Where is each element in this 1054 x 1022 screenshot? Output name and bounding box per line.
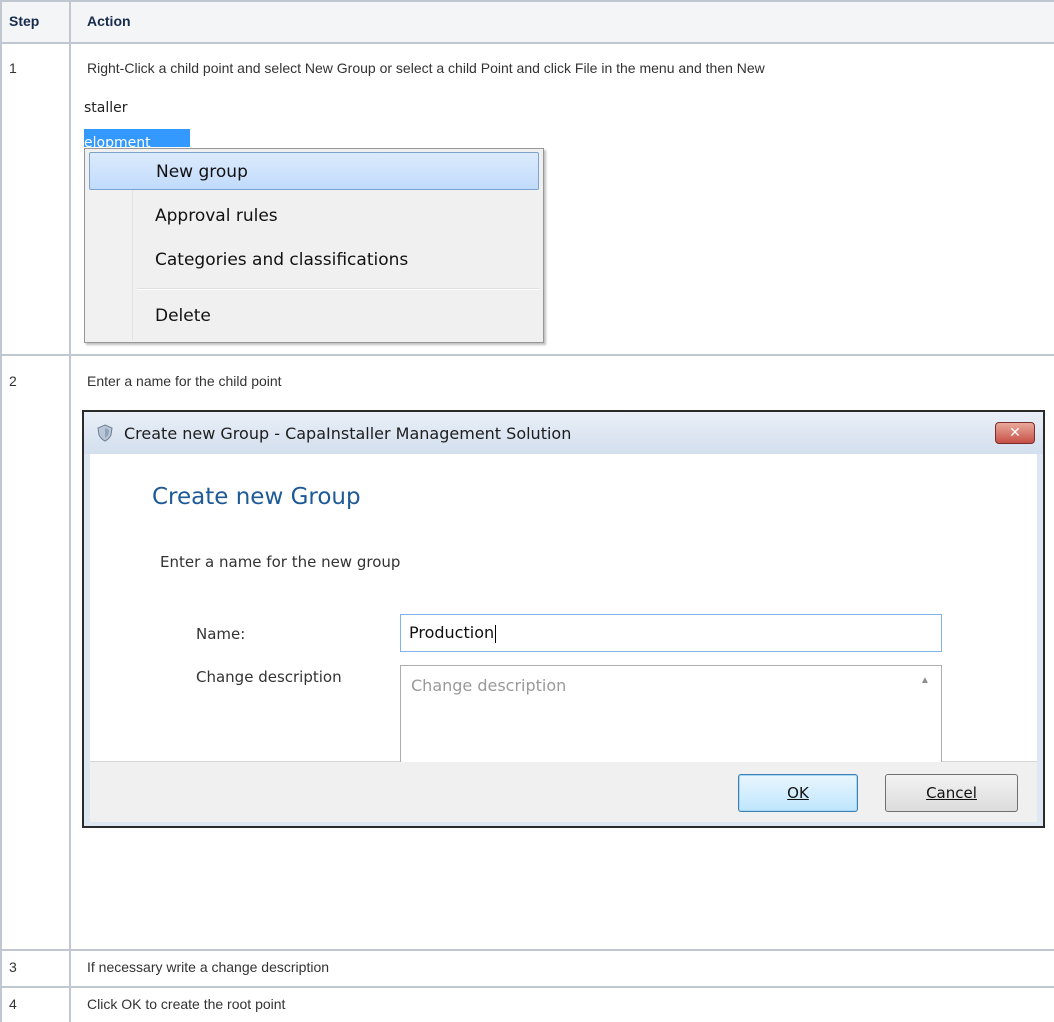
description-label: Change description <box>196 668 342 686</box>
cancel-button[interactable]: Cancel <box>885 774 1018 812</box>
dialog-title: Create new Group - CapaInstaller Managem… <box>124 424 572 443</box>
table-border <box>0 949 1054 951</box>
scroll-up-icon[interactable]: ▲ <box>913 672 937 690</box>
table-border <box>69 0 71 1022</box>
table-border <box>0 354 1054 356</box>
table-header-row <box>2 2 1054 44</box>
tree-item-selected-label: elopment <box>84 135 151 147</box>
step-number: 2 <box>9 373 17 389</box>
step-number: 3 <box>9 959 17 975</box>
dialog-instruction: Enter a name for the new group <box>160 553 401 571</box>
step-number: 1 <box>9 60 17 76</box>
context-menu: New group Approval rules Categories and … <box>84 148 544 343</box>
step-action: Enter a name for the child point <box>87 373 282 389</box>
name-input-value: Production <box>409 623 495 642</box>
step-action: Right-Click a child point and select New… <box>87 60 765 76</box>
name-label: Name: <box>196 625 246 643</box>
step-number: 4 <box>9 996 17 1012</box>
header-step: Step <box>9 13 40 29</box>
menu-item-delete[interactable]: Delete <box>89 297 539 335</box>
header-action: Action <box>87 13 131 29</box>
tree-item-partial: staller <box>84 100 128 116</box>
close-icon: ✕ <box>1009 425 1021 441</box>
ok-button[interactable]: OK <box>738 774 858 812</box>
description-placeholder: Change description <box>411 676 567 695</box>
table-border <box>0 0 1054 2</box>
shield-icon <box>97 424 113 442</box>
menu-item-approval-rules[interactable]: Approval rules <box>89 197 539 235</box>
menu-separator <box>137 288 539 290</box>
close-button[interactable]: ✕ <box>995 422 1035 444</box>
menu-item-new-group[interactable]: New group <box>89 152 539 190</box>
tree-item-selected[interactable]: elopment <box>84 129 190 147</box>
step-action: Click OK to create the root point <box>87 996 286 1012</box>
dialog-heading: Create new Group <box>152 484 361 510</box>
create-group-dialog: Create new Group - CapaInstaller Managem… <box>82 410 1045 828</box>
name-input[interactable]: Production <box>400 614 942 652</box>
dialog-body: Create new Group Enter a name for the ne… <box>90 454 1037 803</box>
dialog-titlebar: Create new Group - CapaInstaller Managem… <box>84 412 1043 454</box>
text-caret <box>495 624 497 643</box>
table-border <box>0 42 1054 44</box>
step-action: If necessary write a change description <box>87 959 330 975</box>
dialog-footer: OK Cancel <box>90 762 1037 822</box>
table-border <box>0 0 2 1022</box>
table-border <box>0 986 1054 988</box>
menu-item-categories[interactable]: Categories and classifications <box>89 241 539 279</box>
